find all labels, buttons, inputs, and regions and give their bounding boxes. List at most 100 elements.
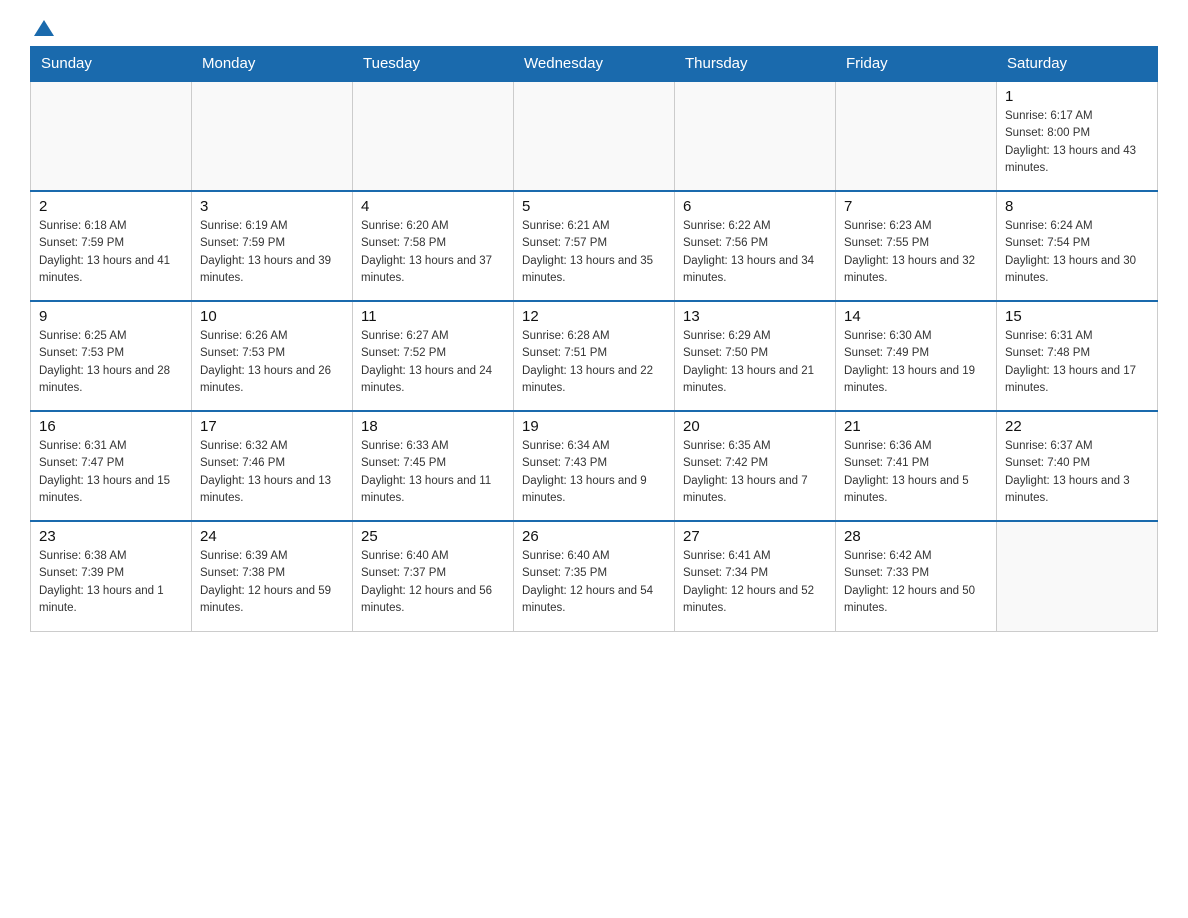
day-info: Sunrise: 6:37 AM Sunset: 7:40 PM Dayligh… (1005, 438, 1149, 507)
calendar-cell: 15 Sunrise: 6:31 AM Sunset: 7:48 PM Dayli… (997, 301, 1158, 411)
calendar-cell: 12 Sunrise: 6:28 AM Sunset: 7:51 PM Dayli… (514, 301, 675, 411)
weekday-header-friday: Friday (836, 47, 997, 82)
calendar-table: SundayMondayTuesdayWednesdayThursdayFrid… (30, 46, 1158, 632)
week-row-4: 16 Sunrise: 6:31 AM Sunset: 7:47 PM Dayli… (31, 411, 1158, 521)
day-number: 5 (522, 198, 666, 215)
day-info: Sunrise: 6:40 AM Sunset: 7:37 PM Dayligh… (361, 548, 505, 617)
week-row-2: 2Sunrise: 6:18 AM Sunset: 7:59 PM Daylig… (31, 191, 1158, 301)
weekday-header-saturday: Saturday (997, 47, 1158, 82)
logo (30, 20, 54, 36)
day-number: 26 (522, 528, 666, 545)
calendar-cell: 9 Sunrise: 6:25 AM Sunset: 7:53 PM Daylig… (31, 301, 192, 411)
day-info: Sunrise: 6:26 AM Sunset: 7:53 PM Dayligh… (200, 328, 344, 397)
calendar-cell: 28Sunrise: 6:42 AM Sunset: 7:33 PM Dayli… (836, 521, 997, 631)
day-info: Sunrise: 6:18 AM Sunset: 7:59 PM Dayligh… (39, 218, 183, 287)
week-row-3: 9 Sunrise: 6:25 AM Sunset: 7:53 PM Daylig… (31, 301, 1158, 411)
calendar-cell: 7 Sunrise: 6:23 AM Sunset: 7:55 PM Daylig… (836, 191, 997, 301)
week-row-1: 1Sunrise: 6:17 AM Sunset: 8:00 PM Daylig… (31, 81, 1158, 191)
day-info: Sunrise: 6:27 AM Sunset: 7:52 PM Dayligh… (361, 328, 505, 397)
day-number: 28 (844, 528, 988, 545)
calendar-cell: 19 Sunrise: 6:34 AM Sunset: 7:43 PM Dayli… (514, 411, 675, 521)
day-number: 16 (39, 418, 183, 435)
calendar-cell: 18 Sunrise: 6:33 AM Sunset: 7:45 PM Dayli… (353, 411, 514, 521)
calendar-cell (192, 81, 353, 191)
weekday-header-thursday: Thursday (675, 47, 836, 82)
calendar-cell: 2Sunrise: 6:18 AM Sunset: 7:59 PM Daylig… (31, 191, 192, 301)
day-info: Sunrise: 6:30 AM Sunset: 7:49 PM Dayligh… (844, 328, 988, 397)
page-header (30, 20, 1158, 36)
day-info: Sunrise: 6:25 AM Sunset: 7:53 PM Dayligh… (39, 328, 183, 397)
day-info: Sunrise: 6:41 AM Sunset: 7:34 PM Dayligh… (683, 548, 827, 617)
calendar-cell: 26 Sunrise: 6:40 AM Sunset: 7:35 PM Dayli… (514, 521, 675, 631)
day-number: 9 (39, 308, 183, 325)
day-info: Sunrise: 6:24 AM Sunset: 7:54 PM Dayligh… (1005, 218, 1149, 287)
day-number: 3 (200, 198, 344, 215)
calendar-cell: 17 Sunrise: 6:32 AM Sunset: 7:46 PM Dayli… (192, 411, 353, 521)
day-info: Sunrise: 6:29 AM Sunset: 7:50 PM Dayligh… (683, 328, 827, 397)
calendar-cell: 11 Sunrise: 6:27 AM Sunset: 7:52 PM Dayli… (353, 301, 514, 411)
day-number: 4 (361, 198, 505, 215)
weekday-header-wednesday: Wednesday (514, 47, 675, 82)
calendar-cell: 1Sunrise: 6:17 AM Sunset: 8:00 PM Daylig… (997, 81, 1158, 191)
day-info: Sunrise: 6:34 AM Sunset: 7:43 PM Dayligh… (522, 438, 666, 507)
calendar-cell: 24 Sunrise: 6:39 AM Sunset: 7:38 PM Dayli… (192, 521, 353, 631)
calendar-cell: 14 Sunrise: 6:30 AM Sunset: 7:49 PM Dayli… (836, 301, 997, 411)
day-number: 13 (683, 308, 827, 325)
day-number: 20 (683, 418, 827, 435)
day-number: 6 (683, 198, 827, 215)
day-number: 17 (200, 418, 344, 435)
day-number: 24 (200, 528, 344, 545)
day-number: 18 (361, 418, 505, 435)
day-number: 8 (1005, 198, 1149, 215)
weekday-header-tuesday: Tuesday (353, 47, 514, 82)
calendar-cell: 8 Sunrise: 6:24 AM Sunset: 7:54 PM Daylig… (997, 191, 1158, 301)
calendar-cell: 6 Sunrise: 6:22 AM Sunset: 7:56 PM Daylig… (675, 191, 836, 301)
week-row-5: 23 Sunrise: 6:38 AM Sunset: 7:39 PM Dayli… (31, 521, 1158, 631)
day-number: 15 (1005, 308, 1149, 325)
day-info: Sunrise: 6:19 AM Sunset: 7:59 PM Dayligh… (200, 218, 344, 287)
day-number: 27 (683, 528, 827, 545)
logo-triangle-icon (34, 20, 54, 36)
calendar-cell: 21 Sunrise: 6:36 AM Sunset: 7:41 PM Dayli… (836, 411, 997, 521)
calendar-cell: 4 Sunrise: 6:20 AM Sunset: 7:58 PM Daylig… (353, 191, 514, 301)
weekday-header-monday: Monday (192, 47, 353, 82)
day-info: Sunrise: 6:20 AM Sunset: 7:58 PM Dayligh… (361, 218, 505, 287)
calendar-cell: 20Sunrise: 6:35 AM Sunset: 7:42 PM Dayli… (675, 411, 836, 521)
day-info: Sunrise: 6:21 AM Sunset: 7:57 PM Dayligh… (522, 218, 666, 287)
calendar-cell (353, 81, 514, 191)
day-info: Sunrise: 6:40 AM Sunset: 7:35 PM Dayligh… (522, 548, 666, 617)
calendar-cell (997, 521, 1158, 631)
day-number: 11 (361, 308, 505, 325)
calendar-cell: 10 Sunrise: 6:26 AM Sunset: 7:53 PM Dayli… (192, 301, 353, 411)
calendar-cell: 25Sunrise: 6:40 AM Sunset: 7:37 PM Dayli… (353, 521, 514, 631)
calendar-cell: 27 Sunrise: 6:41 AM Sunset: 7:34 PM Dayli… (675, 521, 836, 631)
day-info: Sunrise: 6:17 AM Sunset: 8:00 PM Dayligh… (1005, 108, 1149, 177)
calendar-cell: 23 Sunrise: 6:38 AM Sunset: 7:39 PM Dayli… (31, 521, 192, 631)
calendar-cell: 3 Sunrise: 6:19 AM Sunset: 7:59 PM Daylig… (192, 191, 353, 301)
calendar-header-row: SundayMondayTuesdayWednesdayThursdayFrid… (31, 47, 1158, 82)
day-info: Sunrise: 6:28 AM Sunset: 7:51 PM Dayligh… (522, 328, 666, 397)
calendar-cell: 13 Sunrise: 6:29 AM Sunset: 7:50 PM Dayli… (675, 301, 836, 411)
day-info: Sunrise: 6:39 AM Sunset: 7:38 PM Dayligh… (200, 548, 344, 617)
calendar-cell (514, 81, 675, 191)
weekday-header-sunday: Sunday (31, 47, 192, 82)
calendar-cell: 22Sunrise: 6:37 AM Sunset: 7:40 PM Dayli… (997, 411, 1158, 521)
day-number: 14 (844, 308, 988, 325)
day-info: Sunrise: 6:31 AM Sunset: 7:47 PM Dayligh… (39, 438, 183, 507)
calendar-cell (31, 81, 192, 191)
day-info: Sunrise: 6:33 AM Sunset: 7:45 PM Dayligh… (361, 438, 505, 507)
day-number: 23 (39, 528, 183, 545)
day-info: Sunrise: 6:36 AM Sunset: 7:41 PM Dayligh… (844, 438, 988, 507)
day-number: 19 (522, 418, 666, 435)
day-number: 7 (844, 198, 988, 215)
calendar-cell (675, 81, 836, 191)
day-number: 21 (844, 418, 988, 435)
calendar-cell: 5 Sunrise: 6:21 AM Sunset: 7:57 PM Daylig… (514, 191, 675, 301)
day-number: 10 (200, 308, 344, 325)
day-number: 12 (522, 308, 666, 325)
day-info: Sunrise: 6:31 AM Sunset: 7:48 PM Dayligh… (1005, 328, 1149, 397)
day-info: Sunrise: 6:23 AM Sunset: 7:55 PM Dayligh… (844, 218, 988, 287)
day-info: Sunrise: 6:22 AM Sunset: 7:56 PM Dayligh… (683, 218, 827, 287)
day-info: Sunrise: 6:32 AM Sunset: 7:46 PM Dayligh… (200, 438, 344, 507)
day-info: Sunrise: 6:38 AM Sunset: 7:39 PM Dayligh… (39, 548, 183, 617)
